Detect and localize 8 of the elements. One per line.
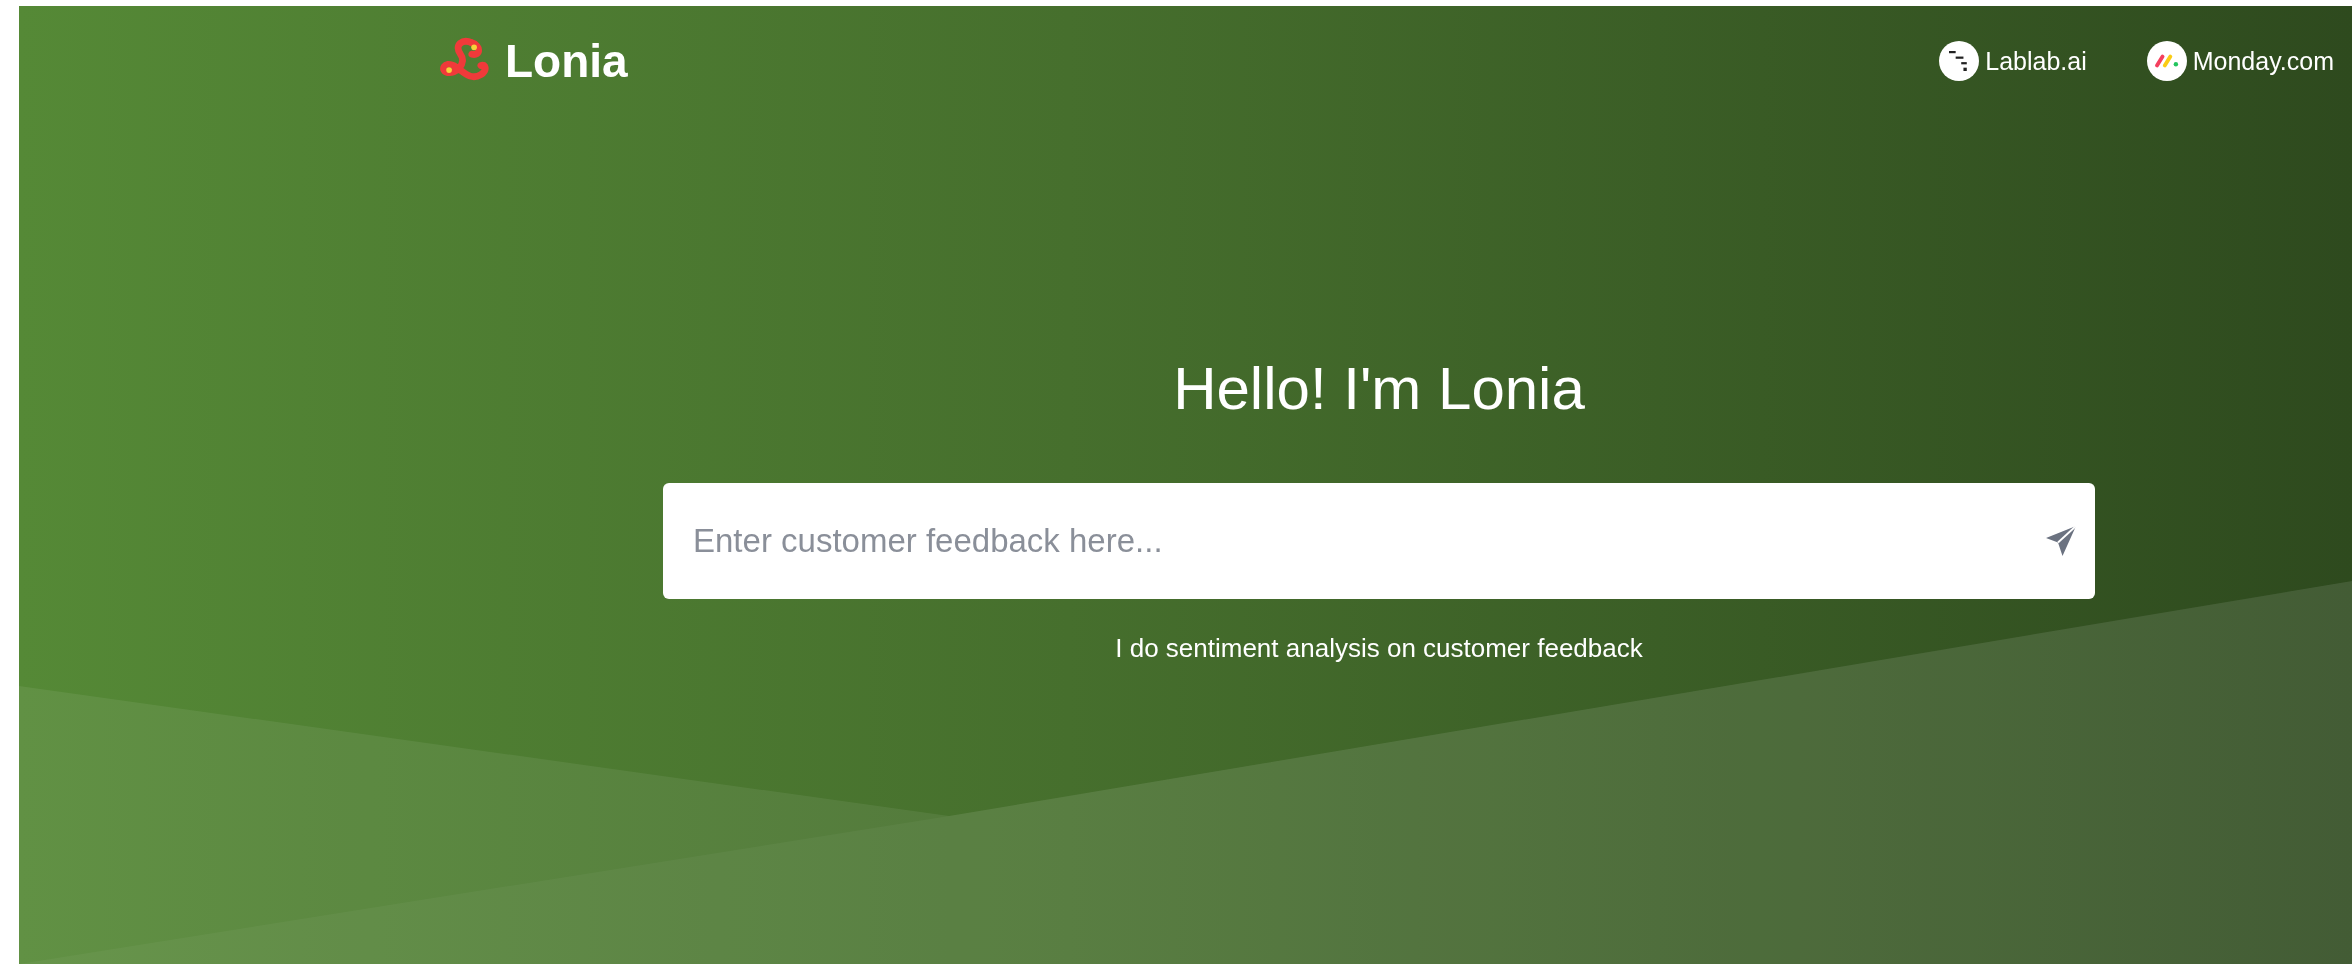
brand-name: Lonia [505,34,628,88]
hero-caption: I do sentiment analysis on customer feedback [1115,633,1643,664]
monday-logo-icon [2146,41,2187,81]
feedback-input[interactable]: Enter customer feedback here... [663,483,2095,599]
nav-link[interactable]: Lablab.ai [1939,41,2087,81]
nav-link[interactable]: Monday.com [2146,41,2334,81]
hero-title: Hello! I'm Lonia [1173,354,1585,423]
lablab-logo-icon [1939,41,1980,81]
